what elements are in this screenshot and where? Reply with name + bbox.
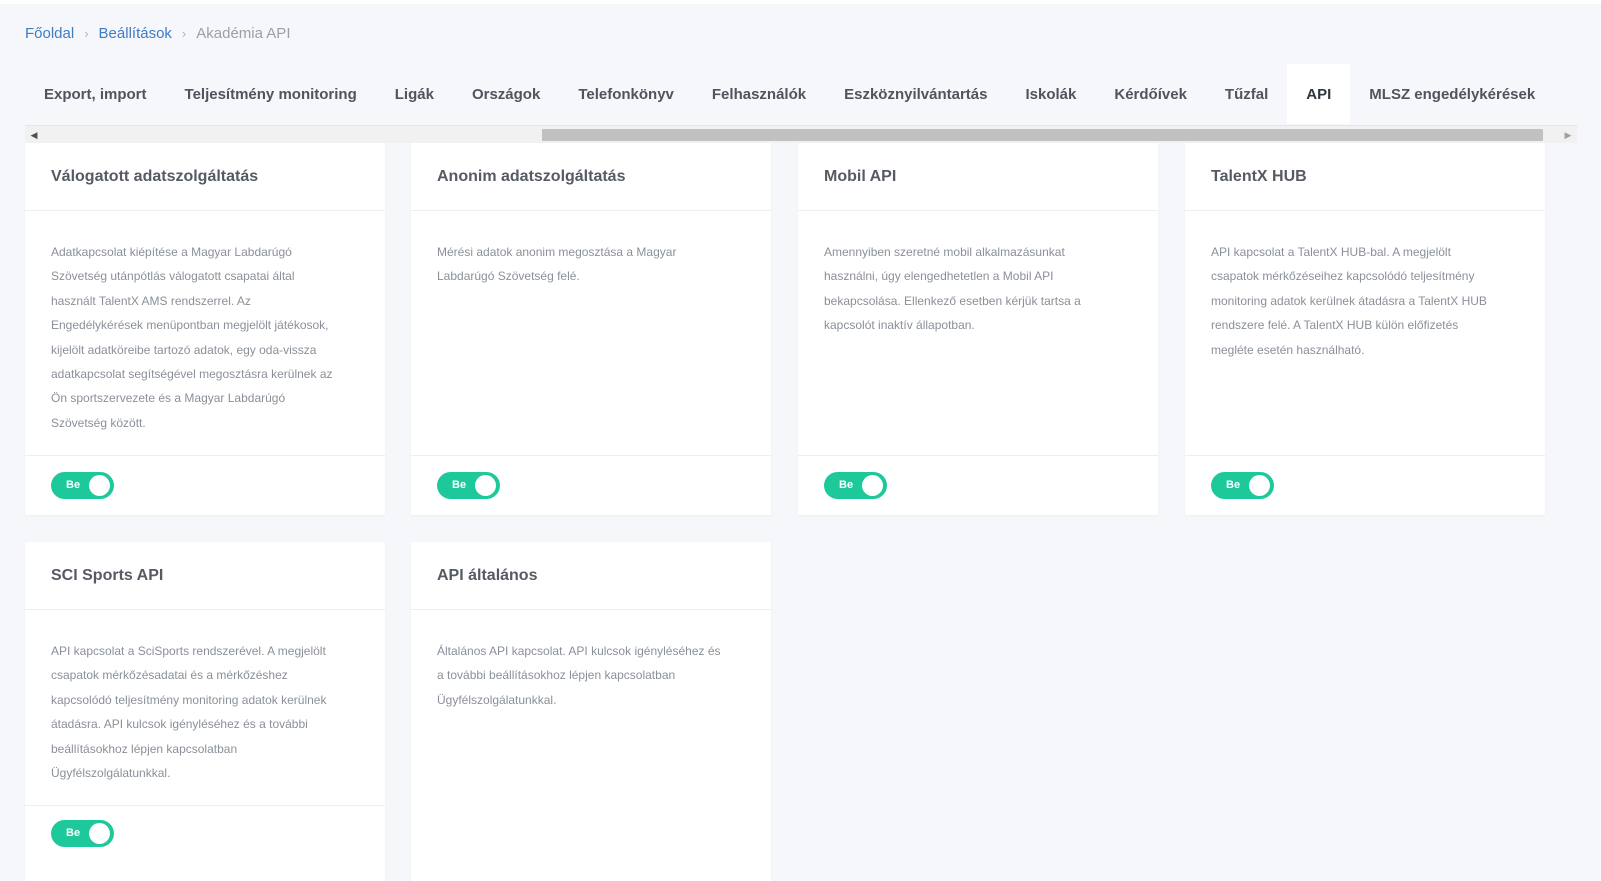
description-line: Szövetség utánpótlás válogatott csapatai… — [51, 269, 295, 284]
card-description: Általános API kapcsolat. API kulcsok igé… — [411, 610, 771, 712]
breadcrumb-settings-link[interactable]: Beállítások — [99, 25, 172, 42]
api-card-valogatott: Válogatott adatszolgáltatás Adatkapcsola… — [25, 143, 385, 515]
card-description: Adatkapcsolat kiépítése a Magyar Labdarú… — [25, 211, 385, 435]
card-description: API kapcsolat a TalentX HUB-bal. A megje… — [1185, 211, 1545, 362]
tab-performance-monitoring[interactable]: Teljesítmény monitoring — [166, 64, 376, 124]
description-line: Labdarúgó Szövetség felé. — [437, 269, 580, 284]
toggle-knob — [89, 475, 110, 496]
description-line: bekapcsolása. Ellenkező esetben kérjük t… — [824, 293, 1081, 308]
tab-users[interactable]: Felhasználók — [693, 64, 825, 124]
tab-leagues[interactable]: Ligák — [376, 64, 453, 124]
description-line: Amennyiben szeretné mobil alkalmazásunka… — [824, 245, 1065, 259]
card-title: Anonim adatszolgáltatás — [437, 167, 626, 185]
card-description: Amennyiben szeretné mobil alkalmazásunka… — [798, 211, 1158, 338]
breadcrumb-separator-icon: › — [84, 25, 89, 41]
description-line: Engedélykérések menüpontban megjelölt já… — [51, 318, 329, 333]
settings-tabs: Export, import Teljesítmény monitoring L… — [25, 64, 1577, 124]
api-card-general: API általános Általános API kapcsolat. A… — [411, 542, 771, 881]
tab-schools[interactable]: Iskolák — [1007, 64, 1096, 124]
breadcrumb-separator-icon: › — [181, 25, 187, 41]
tab-api[interactable]: API — [1287, 64, 1351, 124]
api-card-mobil: Mobil API Amennyiben szeretné mobil alka… — [798, 143, 1158, 515]
card-header: TalentX HUB — [1185, 143, 1545, 211]
description-line: Szövetség között. — [51, 415, 146, 430]
breadcrumb: Főoldal › Beállítások › Akadémia API — [25, 23, 290, 43]
tab-firewall[interactable]: Tűzfal — [1206, 64, 1287, 124]
card-header: Válogatott adatszolgáltatás — [25, 143, 385, 211]
enable-toggle[interactable]: Be — [1211, 472, 1274, 499]
enable-toggle[interactable]: Be — [824, 472, 887, 499]
card-header: Anonim adatszolgáltatás — [411, 143, 771, 211]
description-line: Ön sportszervezete és a Magyar Labdarúgó — [51, 391, 286, 406]
tab-inventory[interactable]: Eszköznyilvántartás — [825, 64, 1006, 124]
description-line: kijelölt adatköreibe tartozó adatok, egy… — [51, 342, 317, 357]
description-line: beállításokhoz lépjen kapcsolatban — [51, 741, 238, 756]
card-footer: Be — [25, 455, 385, 515]
toggle-label: Be — [66, 826, 81, 839]
api-card-sci-sports: SCI Sports API API kapcsolat a SciSports… — [25, 542, 385, 881]
scroll-right-arrow-icon[interactable]: ▶ — [1559, 126, 1577, 144]
description-line: Általános API kapcsolat. API kulcsok igé… — [437, 644, 721, 658]
description-line: Ügyfélszolgálatunkkal. — [437, 692, 557, 707]
description-line: csapatok mérkőzéseihez kapcsolódó teljes… — [1211, 269, 1475, 284]
toggle-knob — [475, 475, 496, 496]
card-header: SCI Sports API — [25, 542, 385, 610]
description-line: Mérési adatok anonim megosztása a Magyar — [437, 245, 677, 259]
toggle-knob — [1249, 475, 1270, 496]
card-footer: Be — [411, 455, 771, 515]
description-line: Ügyfélszolgálatunkkal. — [51, 766, 171, 781]
toggle-knob — [89, 822, 110, 844]
card-footer: Be — [1185, 455, 1545, 515]
description-line: API kapcsolat a SciSports rendszerével. … — [51, 644, 326, 658]
card-description: API kapcsolat a SciSports rendszerével. … — [25, 610, 385, 785]
top-border — [0, 0, 1601, 4]
tab-mlsz-permits[interactable]: MLSZ engedélykérések — [1350, 64, 1554, 124]
toggle-label: Be — [1226, 479, 1241, 491]
toggle-label: Be — [66, 479, 81, 491]
toggle-knob — [862, 475, 883, 496]
card-title: Mobil API — [824, 167, 897, 185]
card-header: Mobil API — [798, 143, 1158, 211]
tab-phonebook[interactable]: Telefonkönyv — [559, 64, 693, 124]
api-card-anonim: Anonim adatszolgáltatás Mérési adatok an… — [411, 143, 771, 515]
description-line: kapcsolót inaktív állapotban. — [824, 318, 975, 333]
card-title: SCI Sports API — [51, 566, 164, 584]
description-line: használni, úgy elengedhetetlen a Mobil A… — [824, 269, 1054, 284]
breadcrumb-current: Akadémia API — [196, 24, 291, 42]
description-line: monitoring adatok kerülnek átadásra a Ta… — [1211, 293, 1487, 308]
description-line: API kapcsolat a TalentX HUB-bal. A megje… — [1211, 245, 1451, 259]
scroll-left-arrow-icon[interactable]: ◀ — [25, 126, 43, 144]
description-line: átadásra. API kulcsok igényléséhez és a … — [51, 717, 308, 732]
tab-questionnaires[interactable]: Kérdőívek — [1095, 64, 1206, 124]
card-footer: Be — [25, 805, 385, 860]
card-title: TalentX HUB — [1211, 167, 1307, 185]
enable-toggle[interactable]: Be — [437, 472, 500, 499]
card-description: Mérési adatok anonim megosztása a Magyar… — [411, 211, 771, 289]
toggle-label: Be — [452, 479, 467, 491]
card-header: API általános — [411, 542, 771, 610]
tab-countries[interactable]: Országok — [453, 64, 559, 124]
tabs-horizontal-scrollbar[interactable]: ◀ ▶ — [25, 125, 1577, 143]
tab-export-import[interactable]: Export, import — [25, 64, 166, 124]
api-card-talentx-hub: TalentX HUB API kapcsolat a TalentX HUB-… — [1185, 143, 1545, 515]
scrollbar-thumb[interactable] — [542, 129, 1543, 141]
card-title: API általános — [437, 566, 538, 584]
enable-toggle[interactable]: Be — [51, 472, 114, 499]
card-title: Válogatott adatszolgáltatás — [51, 167, 259, 185]
description-line: használt TalentX AMS rendszerrel. Az — [51, 293, 251, 308]
enable-toggle[interactable]: Be — [51, 819, 114, 847]
description-line: kapcsolódó teljesítmény monitoring adato… — [51, 692, 327, 707]
description-line: csapatok mérkőzésadatai és a mérkőzéshez — [51, 668, 288, 683]
toggle-label: Be — [839, 479, 854, 491]
description-line: Adatkapcsolat kiépítése a Magyar Labdarú… — [51, 245, 292, 259]
card-footer: Be — [798, 455, 1158, 515]
description-line: a további beállításokhoz lépjen kapcsola… — [437, 668, 676, 683]
description-line: megléte esetén használható. — [1211, 342, 1365, 357]
description-line: adatkapcsolat segítségével megosztásra k… — [51, 367, 333, 382]
breadcrumb-home-link[interactable]: Főoldal — [25, 25, 74, 42]
description-line: rendszere felé. A TalentX HUB külön előf… — [1211, 318, 1459, 333]
